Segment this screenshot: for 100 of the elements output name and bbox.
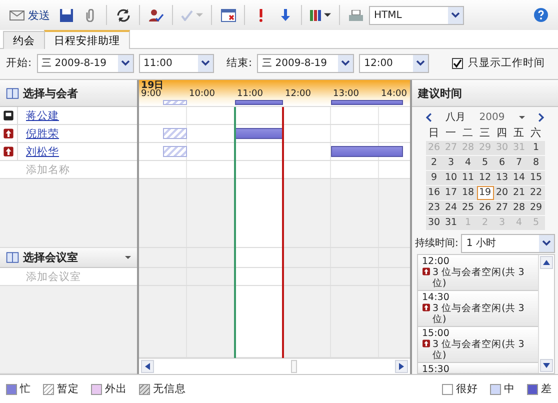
- calendar-day[interactable]: 4: [460, 156, 476, 170]
- attendee-name[interactable]: 倪胜荣: [18, 126, 59, 140]
- hour-label: 9:00: [141, 89, 162, 99]
- scroll-left-icon[interactable]: [141, 360, 154, 373]
- legend-swatch: [91, 384, 102, 394]
- calendar-day[interactable]: 21: [510, 186, 528, 200]
- calendar-day[interactable]: 23: [426, 201, 442, 215]
- calendar-day[interactable]: 19: [476, 186, 494, 200]
- scroll-up-icon[interactable]: [540, 256, 553, 269]
- legend-swatch: [139, 384, 150, 394]
- weekday-label: 六: [530, 126, 542, 140]
- check-mark-icon: [181, 10, 193, 20]
- hour-label: 10:00: [189, 89, 215, 99]
- legend-swatch: [442, 384, 453, 394]
- calendar-day[interactable]: 30: [426, 216, 442, 230]
- checkbox[interactable]: [452, 58, 464, 68]
- calendar-day[interactable]: 3: [442, 156, 460, 170]
- calendar-day[interactable]: 25: [460, 201, 476, 215]
- calendar-day[interactable]: 8: [528, 156, 544, 170]
- calendar-day[interactable]: 17: [442, 186, 460, 200]
- availability-text: 3 位与会者空闲(共 3 位): [432, 339, 526, 361]
- hour-label: 11:00: [237, 89, 263, 99]
- calendar-day[interactable]: 31: [442, 216, 460, 230]
- meeting-start-line[interactable]: [234, 107, 236, 358]
- year-label: 2009: [479, 112, 505, 122]
- calendar-day[interactable]: 12: [476, 171, 494, 185]
- legend-item: 很好: [442, 382, 478, 396]
- calendar-day[interactable]: 13: [494, 171, 510, 185]
- calendar-day[interactable]: 9: [426, 171, 442, 185]
- dropdown-chevron-icon: [539, 234, 554, 252]
- calendar-day[interactable]: 22: [528, 186, 544, 200]
- color-bars-icon: [310, 10, 321, 20]
- scroll-down-icon[interactable]: [540, 359, 553, 372]
- start-time-select[interactable]: 11:00: [138, 54, 214, 72]
- legend-item: 无信息: [139, 382, 186, 396]
- duration-select[interactable]: 1 小时: [461, 234, 555, 252]
- dropdown-chevron-icon: [413, 54, 428, 72]
- availability-text: 3 位与会者空闲(共 3 位): [432, 267, 526, 289]
- calendar-day[interactable]: 20: [494, 186, 510, 200]
- horizontal-scrollbar[interactable]: [139, 358, 410, 374]
- send-button[interactable]: 发送: [6, 3, 53, 27]
- calendar-day[interactable]: 16: [426, 186, 442, 200]
- end-label: 结束:: [226, 56, 252, 70]
- scroll-thumb[interactable]: [291, 360, 297, 373]
- attendees-title: 选择与会者: [23, 86, 78, 100]
- arrow-up-icon: [3, 128, 14, 139]
- calendar-day[interactable]: 7: [510, 156, 528, 170]
- chevron-left-icon: [426, 112, 432, 122]
- caret-icon: [518, 116, 525, 118]
- suggestions-title: 建议时间: [418, 86, 462, 100]
- scroll-right-icon[interactable]: [395, 360, 408, 373]
- calendar-day[interactable]: 2: [426, 156, 442, 170]
- hour-label: 14:00: [381, 89, 407, 99]
- suggested-time-item[interactable]: 12:00 3 位与会者空闲(共 3 位): [418, 255, 538, 291]
- legend-swatch: [490, 384, 501, 394]
- tentative-block: [163, 128, 187, 139]
- calendar-day[interactable]: 26: [476, 201, 494, 215]
- suggested-time: 12:00: [422, 256, 450, 267]
- suggested-time-item[interactable]: 15:30: [418, 363, 538, 373]
- calendar-day[interactable]: 24: [442, 201, 460, 215]
- tab[interactable]: 约会: [3, 31, 45, 49]
- dropdown-chevron-icon: [448, 6, 463, 24]
- calendar-day[interactable]: 15: [528, 171, 544, 185]
- checkbox-label: 只显示工作时间: [468, 56, 546, 70]
- address-book-icon: [6, 86, 19, 100]
- format-select[interactable]: HTML: [369, 6, 464, 24]
- calendar-day[interactable]: 28: [510, 201, 528, 215]
- exclamation-icon: [259, 8, 263, 22]
- attendee-name[interactable]: 蒋公建: [18, 108, 59, 122]
- vertical-scrollbar[interactable]: [538, 255, 554, 373]
- calendar-day[interactable]: 6: [494, 156, 510, 170]
- caret-icon: [324, 13, 331, 17]
- tab[interactable]: 日程安排助理: [44, 30, 130, 49]
- attendee-name[interactable]: 刘松华: [18, 144, 59, 158]
- end-time-select[interactable]: 12:00: [359, 54, 430, 72]
- busy-block: [331, 100, 403, 105]
- month-label: 八月: [445, 111, 466, 124]
- busy-block: [235, 100, 283, 105]
- start-label: 开始:: [6, 56, 32, 70]
- calendar-day[interactable]: 18: [460, 186, 476, 200]
- calendar-day[interactable]: 29: [528, 201, 544, 215]
- end-date-select[interactable]: 三 2009-8-19: [257, 54, 354, 72]
- calendar-day[interactable]: 10: [442, 171, 460, 185]
- suggested-time-item[interactable]: 15:00 3 位与会者空闲(共 3 位): [418, 327, 538, 363]
- arrow-up-icon: [422, 267, 430, 276]
- calendar-day[interactable]: 11: [460, 171, 476, 185]
- suggested-time-item[interactable]: 14:30 3 位与会者空闲(共 3 位): [418, 291, 538, 327]
- tentative-block: [163, 146, 187, 157]
- weekday-label: 五: [512, 126, 526, 140]
- day-label: 19日: [141, 80, 164, 91]
- legend-item: 外出: [91, 382, 127, 396]
- calendar-day[interactable]: 14: [510, 171, 528, 185]
- calendar-x-icon: [220, 8, 236, 22]
- calendar-day[interactable]: 27: [494, 201, 510, 215]
- calendar-day[interactable]: 1: [528, 141, 544, 155]
- calendar-day[interactable]: 5: [476, 156, 494, 170]
- start-date-select[interactable]: 三 2009-8-19: [36, 54, 134, 72]
- hour-label: 12:00: [285, 89, 311, 99]
- suggested-time: 15:00: [422, 328, 450, 339]
- weekday-label: 一: [444, 126, 458, 140]
